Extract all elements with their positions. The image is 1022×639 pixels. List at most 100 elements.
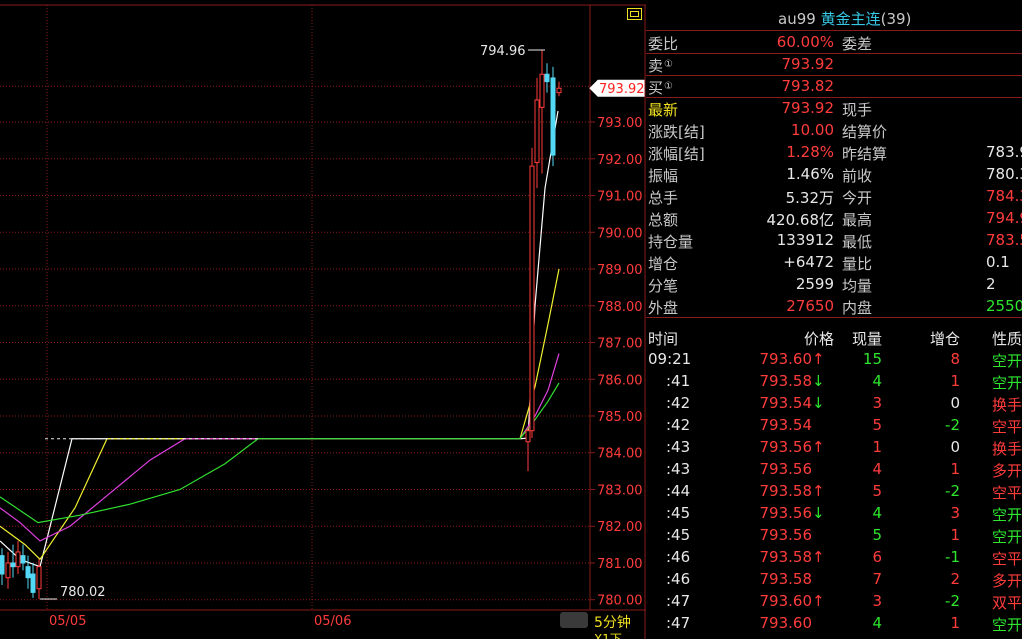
tick-nature: 空平 [992,550,1022,568]
tick-row[interactable]: :46 793.58 ↑ 6 -1 空平 [646,546,1022,568]
candle-down [20,555,26,564]
period-selector[interactable]: 5分钟 [594,612,631,632]
quote-value: 783.9 [986,143,1022,161]
candles [0,50,562,599]
quote-value: 2 [986,275,996,293]
tick-direction-icon: ↑ [812,548,825,566]
quote-label: 现手 [842,101,873,119]
ticks-header-price: 价格 [803,330,834,348]
quote-label: 增仓 [648,255,679,273]
tick-time: :46 [666,548,691,566]
tick-open-interest: 1 [950,614,960,632]
tick-direction-icon: ↑ [812,350,825,368]
quote-title[interactable]: au99 黄金主连(39) [778,8,911,29]
quote-label: 总额 [648,211,679,229]
quote-label: 买 [648,79,664,97]
candle-up [15,551,21,568]
tick-row[interactable]: :47 793.60 ↑ 3 -2 双平 [646,590,1022,612]
candle-up [36,566,42,590]
quote-value: 420.68亿 [766,211,835,229]
current-price-label: 793.92 [599,82,645,97]
quote-row: 分笔 2599 均量 2 [646,273,1022,295]
tick-time: :43 [666,460,691,478]
quote-label: 分笔 [648,277,679,295]
tick-row[interactable]: :46 793.58 7 2 多开 [646,568,1022,590]
tick-row[interactable]: :48793.6020换手 [646,634,1022,639]
tick-volume: 4 [872,504,882,522]
tick-nature: 多开 [992,462,1022,480]
tick-volume: 5 [872,526,882,544]
tick-open-interest: -1 [945,548,960,566]
tick-volume: 5 [872,482,882,500]
chart-settings-icon[interactable] [627,8,642,20]
tick-volume: 1 [872,438,882,456]
tick-nature: 空平 [992,484,1022,502]
tick-row[interactable]: :47 793.60 4 1 空开 [646,612,1022,634]
tick-price: 793.60 [759,350,813,368]
tick-time: :47 [666,592,691,610]
tick-row[interactable]: :43 793.56 4 1 多开 [646,458,1022,480]
candle-down [25,566,31,579]
tick-time: :45 [666,504,691,522]
tick-price: 793.56 [759,526,813,544]
quote-label: 总手 [648,189,679,207]
candle-down [0,555,5,575]
tick-row[interactable]: :42 793.54 ↓ 3 0 换手 [646,392,1022,414]
quote-value: 60.00% [776,33,834,51]
tick-time: :44 [666,482,691,500]
y-axis-label: 782.00 [597,520,643,535]
tick-row[interactable]: :45 793.56 ↓ 4 3 空开 [646,502,1022,524]
tick-row[interactable]: :44 793.58 ↑ 5 -2 空平 [646,480,1022,502]
period-label: 5分钟 [594,615,631,631]
y-axis-label: 791.00 [597,190,643,205]
tick-row[interactable]: :42 793.54 5 -2 空平 [646,414,1022,436]
y-axis-label: 785.00 [597,410,643,425]
candlestick-chart[interactable]: 793.00 792.00 791.00 790.00 789.00 788.00 787.… [0,0,646,639]
tick-volume: 3 [872,592,882,610]
tick-open-interest: -2 [945,592,960,610]
ticks-header-oi: 增仓 [929,330,960,348]
quote-value: +6472 [783,253,834,271]
tick-time: :43 [666,438,691,456]
tick-time: :42 [666,394,691,412]
candle-up [5,562,11,579]
tick-nature: 空平 [992,418,1022,436]
ticks-header-time: 时间 [648,330,679,348]
tick-direction-icon: ↑ [812,482,825,500]
quote-row: 卖 ① 793.92 [646,53,1022,76]
tick-row[interactable]: :45 793.56 5 1 空开 [646,524,1022,546]
tick-price: 793.60 [759,592,813,610]
scroll-toggle-button[interactable] [560,612,588,628]
tick-direction-icon: ↓ [812,372,825,390]
tick-row[interactable]: 09:21 793.60 ↑ 15 8 空开 [646,348,1022,370]
ma5-line [0,110,559,568]
tick-open-interest: -2 [945,416,960,434]
quote-value: 1.28% [786,143,834,161]
tick-direction-icon: ↓ [812,394,825,412]
quote-row: 买 ① 793.82 [646,75,1022,98]
quote-row: 振幅 1.46% 前收 780.3 [646,163,1022,185]
quote-value: 27650 [786,297,834,315]
y-axis-label: 790.00 [597,226,643,241]
quote-row: 增仓 +6472 量比 0.1 [646,251,1022,273]
symbol-name: 黄金主连 [820,10,881,28]
low-label: 780.02 [60,585,106,600]
tick-row[interactable]: :43 793.56 ↑ 1 0 换手 [646,436,1022,458]
tick-open-interest: 1 [950,526,960,544]
tick-direction-icon: ↓ [812,504,825,522]
quote-panel: au99 黄金主连(39) 委比 60.00% 委差卖 ① 793.92 买 ① 793.82… [646,5,1022,639]
tick-row[interactable]: :41 793.58 ↓ 4 1 空开 [646,370,1022,392]
tick-volume: 4 [872,460,882,478]
y-axis-label: 793.00 [597,116,643,131]
date-label: 05/05 [49,614,86,629]
y-axis-label: 780.00 [597,594,643,609]
y-axis-label: 783.00 [597,483,643,498]
tick-volume: 15 [862,350,882,368]
quote-value: 2550 [986,297,1022,315]
quote-label: 前收 [842,167,873,185]
tick-nature: 换手 [992,440,1022,458]
tick-time: :45 [666,526,691,544]
tick-price: 793.58 [759,372,813,390]
tick-open-interest: 2 [950,570,960,588]
tick-nature: 空开 [992,528,1022,546]
